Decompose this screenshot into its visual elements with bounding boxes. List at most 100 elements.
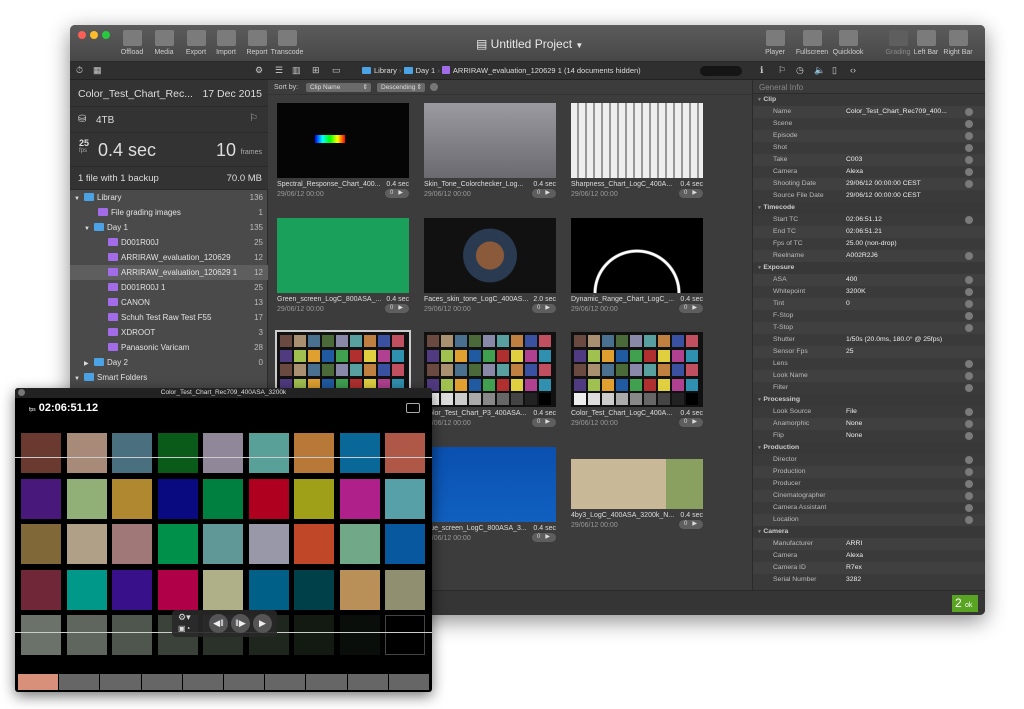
edit-field-icon[interactable] bbox=[965, 180, 973, 188]
info-value[interactable]: 3200K bbox=[846, 286, 866, 298]
minimize-window-button[interactable] bbox=[90, 31, 98, 39]
sidebar-item[interactable]: ARRIRAW_evaluation_120629 12 bbox=[70, 250, 268, 265]
info-value[interactable]: Alexa bbox=[846, 166, 863, 178]
edit-field-icon[interactable] bbox=[965, 144, 973, 152]
play-count-button[interactable]: 0▶ bbox=[532, 189, 556, 198]
column-view-icon[interactable]: ▥ bbox=[292, 65, 301, 76]
info-value[interactable]: 02:06:51.21 bbox=[846, 226, 882, 238]
code-icon[interactable]: ‹› bbox=[850, 65, 856, 75]
sort-order-select[interactable]: Descending ⇕ bbox=[377, 83, 425, 92]
info-value[interactable]: 0 bbox=[846, 298, 850, 310]
sidebar-item[interactable]: Panasonic Varicam 28 bbox=[70, 340, 268, 355]
timeline-frame[interactable] bbox=[306, 674, 347, 690]
right-bar-button[interactable]: Right Bar bbox=[938, 30, 978, 56]
edit-field-icon[interactable] bbox=[965, 288, 973, 296]
info-value[interactable]: 25 bbox=[846, 346, 854, 358]
clip-cell[interactable]: Skin_Tone_Colorchecker_Log... 0.4 sec 29/0… bbox=[424, 103, 556, 198]
sidebar-item[interactable]: D001R00J 1 25 bbox=[70, 280, 268, 295]
sidebar-item[interactable]: D001R00J 25 bbox=[70, 235, 268, 250]
sidebar-item[interactable]: XDROOT 3 bbox=[70, 325, 268, 340]
info-value[interactable]: C003 bbox=[846, 154, 862, 166]
info-value[interactable]: ARRI bbox=[846, 538, 862, 550]
info-value[interactable]: A002R2J6 bbox=[846, 250, 878, 262]
edit-field-icon[interactable] bbox=[965, 132, 973, 140]
close-window-button[interactable] bbox=[78, 31, 86, 39]
fullscreen-button[interactable]: Fullscreen bbox=[792, 30, 832, 56]
edit-field-icon[interactable] bbox=[965, 168, 973, 176]
clip-thumbnail[interactable] bbox=[424, 332, 556, 407]
edit-field-icon[interactable] bbox=[965, 276, 973, 284]
clip-thumbnail[interactable] bbox=[424, 218, 556, 293]
clock-icon[interactable]: ⏱ bbox=[76, 65, 83, 76]
section-production[interactable]: ▼ Production bbox=[753, 442, 985, 454]
play-count-button[interactable]: 0▶ bbox=[385, 304, 409, 313]
player-menu-icon[interactable] bbox=[406, 403, 420, 413]
edit-field-icon[interactable] bbox=[965, 108, 973, 116]
clip-cell[interactable]: Dynamic_Range_Chart_LogC_... 0.4 sec 29/06… bbox=[571, 218, 703, 313]
sidebar-item[interactable]: ▶ Day 20 bbox=[70, 355, 268, 370]
clip-cell[interactable]: Color_Test_Chart_LogC_400A... 0.4 sec 29/0… bbox=[571, 332, 703, 427]
sidebar-item[interactable]: Schuh Test Raw Test F55 17 bbox=[70, 310, 268, 325]
clip-thumbnail[interactable] bbox=[424, 103, 556, 178]
info-value[interactable]: Color_Test_Chart_Rec709_400... bbox=[846, 106, 947, 118]
info-value[interactable]: 400 bbox=[846, 274, 857, 286]
timeline-frame[interactable] bbox=[347, 674, 388, 690]
step-forward-button[interactable]: ‖▶ bbox=[231, 614, 250, 633]
project-title[interactable]: ▤ Untitled Project ▼ bbox=[476, 37, 583, 51]
info-value[interactable]: 29/06/12 00:00:00 CEST bbox=[846, 178, 921, 190]
timeline-frame[interactable] bbox=[224, 674, 265, 690]
edit-field-icon[interactable] bbox=[965, 372, 973, 380]
gear-icon[interactable]: ⚙ bbox=[255, 65, 263, 76]
edit-field-icon[interactable] bbox=[965, 312, 973, 320]
clip-cell[interactable]: Color_Test_Chart_P3_400ASA... 0.4 sec 29/0… bbox=[424, 332, 556, 427]
clip-cell[interactable]: 4by3_LogC_400ASA_3200k_N... 0.4 sec 29/06/… bbox=[571, 459, 703, 529]
info-value[interactable]: None bbox=[846, 418, 862, 430]
preview-view-icon[interactable]: ▭ bbox=[332, 65, 341, 76]
timeline-frame[interactable] bbox=[265, 674, 306, 690]
timeline-frame[interactable] bbox=[182, 674, 224, 690]
edit-field-icon[interactable] bbox=[965, 120, 973, 128]
edit-field-icon[interactable] bbox=[965, 504, 973, 512]
breadcrumb-day[interactable]: Day 1 bbox=[403, 66, 435, 75]
clip-cell[interactable]: Green_screen_LogC_800ASA_... 0.4 sec 29/06… bbox=[277, 218, 409, 313]
search-input[interactable] bbox=[700, 66, 742, 76]
info-value[interactable]: 3282 bbox=[846, 574, 861, 586]
flag-icon[interactable]: ⚐ bbox=[249, 113, 258, 124]
info-value[interactable]: 25.00 (non-drop) bbox=[846, 238, 897, 250]
clip-cell[interactable]: Sharpness_Chart_LogC_400A... 0.4 sec 29/06… bbox=[571, 103, 703, 198]
section-exposure[interactable]: ▼ Exposure bbox=[753, 262, 985, 274]
clip-thumbnail[interactable] bbox=[571, 332, 703, 407]
clip-thumbnail[interactable] bbox=[571, 103, 703, 178]
edit-field-icon[interactable] bbox=[965, 480, 973, 488]
play-count-button[interactable]: 0▶ bbox=[532, 304, 556, 313]
status-ok-badge[interactable]: 2 ok bbox=[952, 595, 978, 612]
timeline-frame[interactable] bbox=[141, 674, 182, 690]
timeline-strip[interactable] bbox=[18, 674, 430, 690]
audio-icon[interactable]: 🔈 bbox=[814, 65, 825, 76]
flag-icon[interactable]: ⚐ bbox=[778, 65, 786, 76]
play-count-button[interactable]: 0▶ bbox=[532, 533, 556, 542]
edit-field-icon[interactable] bbox=[965, 252, 973, 260]
sidebar-item[interactable]: ▼ Library 136 bbox=[70, 190, 268, 205]
clip-cell[interactable]: Spectral_Response_Chart_400... 0.4 sec 29/… bbox=[277, 103, 409, 198]
quicklook-button[interactable]: Quicklook bbox=[828, 30, 868, 56]
timeline-frame[interactable] bbox=[18, 674, 59, 690]
info-icon[interactable]: ℹ bbox=[760, 65, 763, 76]
clipboard-icon[interactable]: ▯ bbox=[832, 65, 837, 76]
clip-cell[interactable]: Blue_screen_LogC_800ASA_3... 0.4 sec 29/06… bbox=[424, 447, 556, 542]
grid-view-icon[interactable]: ⊞ bbox=[312, 65, 320, 76]
sidebar-item[interactable]: File grading images 1 bbox=[70, 205, 268, 220]
edit-field-icon[interactable] bbox=[965, 516, 973, 524]
play-count-button[interactable]: 0▶ bbox=[679, 189, 703, 198]
transcode-button[interactable]: Transcode bbox=[267, 30, 307, 56]
edit-field-icon[interactable] bbox=[965, 408, 973, 416]
info-value[interactable]: None bbox=[846, 430, 862, 442]
camera-icon[interactable]: ▣◔ bbox=[178, 624, 190, 633]
clip-thumbnail[interactable] bbox=[571, 459, 703, 509]
edit-field-icon[interactable] bbox=[965, 420, 973, 428]
edit-field-icon[interactable] bbox=[965, 156, 973, 164]
step-back-button[interactable]: ◀‖ bbox=[209, 614, 228, 633]
sidebar-item[interactable]: ARRIRAW_evaluation_120629 1 12 bbox=[70, 265, 268, 280]
breadcrumb-folder[interactable]: ARRIRAW_evaluation_120629 1 (14 document… bbox=[441, 66, 641, 75]
clock-icon[interactable]: ◷ bbox=[796, 65, 804, 76]
